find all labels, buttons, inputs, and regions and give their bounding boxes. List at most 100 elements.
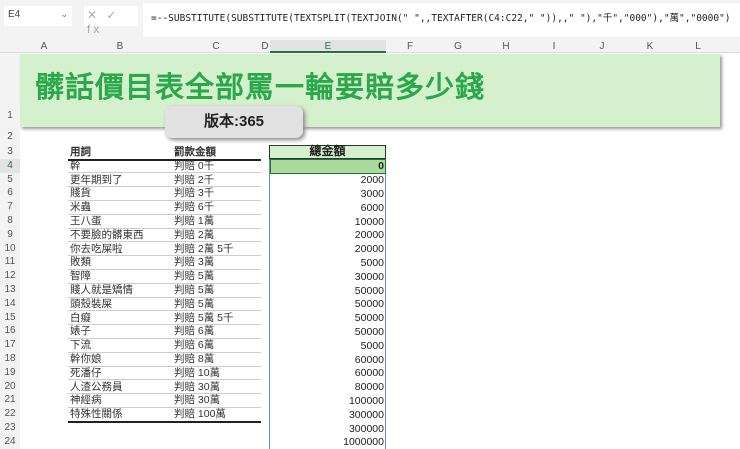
- term-cell[interactable]: 王八蛋: [70, 214, 102, 228]
- total-cell[interactable]: 300000: [270, 408, 384, 422]
- column-header[interactable]: C: [172, 40, 260, 53]
- total-cell[interactable]: 20000: [270, 242, 384, 256]
- row-header[interactable]: 20: [0, 379, 20, 394]
- term-cell[interactable]: 頭殼裝屎: [70, 297, 112, 311]
- term-cell[interactable]: 幹: [70, 159, 81, 173]
- term-cell[interactable]: 賤人就是矯情: [70, 283, 133, 297]
- total-cell[interactable]: 100000: [270, 394, 384, 408]
- column-header[interactable]: K: [626, 40, 674, 53]
- row-header[interactable]: 8: [0, 214, 20, 228]
- row-header[interactable]: 16: [0, 324, 20, 339]
- total-cell[interactable]: 1000000: [270, 435, 384, 449]
- fine-cell[interactable]: 判賠 5萬: [174, 269, 214, 283]
- fine-cell[interactable]: 判賠 5萬 5千: [174, 311, 234, 325]
- name-box[interactable]: E4 ⌄: [4, 6, 72, 26]
- total-cell[interactable]: 5000: [270, 339, 384, 353]
- total-cell[interactable]: 30000: [270, 270, 384, 284]
- term-cell[interactable]: 死潘仔: [70, 366, 102, 380]
- row-header[interactable]: 7: [0, 200, 20, 214]
- total-cell[interactable]: 50000: [270, 311, 384, 325]
- total-cell[interactable]: 80000: [270, 380, 384, 394]
- row-header[interactable]: 21: [0, 393, 20, 408]
- column-header[interactable]: D: [260, 40, 270, 53]
- term-cell[interactable]: 人渣公務員: [70, 380, 123, 394]
- total-cell[interactable]: 60000: [270, 353, 384, 367]
- row-header[interactable]: 10: [0, 241, 20, 256]
- fine-cell[interactable]: 判賠 0千: [174, 159, 214, 173]
- fine-cell[interactable]: 判賠 8萬: [174, 352, 214, 366]
- term-cell[interactable]: 賤貨: [70, 186, 91, 200]
- term-cell[interactable]: 你去吃屎啦: [70, 242, 123, 256]
- term-cell[interactable]: 敗類: [70, 255, 91, 269]
- column-header[interactable]: H: [482, 40, 530, 53]
- total-cell[interactable]: 50000: [270, 284, 384, 298]
- fine-cell[interactable]: 判賠 5萬: [174, 283, 214, 297]
- term-cell[interactable]: 白癡: [70, 311, 91, 325]
- term-cell[interactable]: 米蟲: [70, 200, 91, 214]
- row-header[interactable]: 4: [0, 158, 20, 173]
- row-header[interactable]: 2: [0, 128, 20, 145]
- term-cell[interactable]: 更年期到了: [70, 173, 123, 187]
- total-cell[interactable]: 3000: [270, 187, 384, 201]
- term-cell[interactable]: 神經病: [70, 393, 102, 407]
- row-header[interactable]: 22: [0, 407, 20, 421]
- total-cell[interactable]: 5000: [270, 256, 384, 270]
- total-cell[interactable]: 2000: [270, 173, 384, 187]
- row-header[interactable]: 18: [0, 352, 20, 366]
- fine-cell[interactable]: 判賠 6萬: [174, 324, 214, 338]
- term-cell[interactable]: 不要臉的髒東西: [70, 228, 144, 242]
- column-header[interactable]: A: [20, 40, 68, 53]
- fine-cell[interactable]: 判賠 10萬: [174, 366, 220, 380]
- total-cell[interactable]: 300000: [270, 422, 384, 436]
- total-cell[interactable]: 50000: [270, 325, 384, 339]
- fine-cell[interactable]: 判賠 1萬: [174, 214, 214, 228]
- fine-cell[interactable]: 判賠 5萬: [174, 297, 214, 311]
- fine-cell[interactable]: 判賠 30萬: [174, 380, 220, 394]
- row-header[interactable]: 9: [0, 227, 20, 242]
- fine-cell[interactable]: 判賠 30萬: [174, 393, 220, 407]
- total-cell[interactable]: 20000: [270, 228, 384, 242]
- row-header[interactable]: 1: [0, 104, 20, 128]
- row-header[interactable]: 12: [0, 269, 20, 283]
- row-header[interactable]: 13: [0, 283, 20, 297]
- column-header[interactable]: L: [674, 40, 722, 53]
- fine-cell[interactable]: 判賠 2千: [174, 173, 214, 187]
- row-header[interactable]: 6: [0, 186, 20, 201]
- fine-cell[interactable]: 判賠 6萬: [174, 338, 214, 352]
- column-header[interactable]: F: [386, 40, 434, 53]
- column-header[interactable]: B: [68, 40, 172, 53]
- formula-input[interactable]: =--SUBSTITUTE(SUBSTITUTE(TEXTSPLIT(TEXTJ…: [143, 3, 740, 37]
- fine-cell[interactable]: 判賠 2萬 5千: [174, 242, 234, 256]
- row-header[interactable]: 23: [0, 421, 20, 435]
- fine-cell[interactable]: 判賠 2萬: [174, 228, 214, 242]
- chevron-down-icon[interactable]: ⌄: [60, 9, 68, 20]
- total-cell[interactable]: 60000: [270, 366, 384, 380]
- column-header[interactable]: E: [270, 40, 386, 53]
- row-header[interactable]: 17: [0, 338, 20, 352]
- term-cell[interactable]: 幹你娘: [70, 352, 102, 366]
- row-header[interactable]: 5: [0, 172, 20, 187]
- term-cell[interactable]: 特殊性關係: [70, 407, 123, 421]
- row-header[interactable]: 24: [0, 434, 20, 449]
- fine-cell[interactable]: 判賠 100萬: [174, 407, 226, 421]
- total-cell[interactable]: 6000: [270, 201, 384, 215]
- fine-cell[interactable]: 判賠 6千: [174, 200, 214, 214]
- term-cell[interactable]: 下流: [70, 338, 91, 352]
- term-cell[interactable]: 婊子: [70, 324, 91, 338]
- column-header[interactable]: I: [530, 40, 578, 53]
- total-cell[interactable]: 50000: [270, 297, 384, 311]
- row-header[interactable]: 14: [0, 296, 20, 311]
- row-header[interactable]: 11: [0, 255, 20, 270]
- fine-cell[interactable]: 判賠 3千: [174, 186, 214, 200]
- column-header[interactable]: G: [434, 40, 482, 53]
- term-cell[interactable]: 智障: [70, 269, 91, 283]
- total-cell[interactable]: 10000: [270, 215, 384, 229]
- formula-buttons[interactable]: ✕ ✓ fx: [84, 6, 138, 36]
- row-header[interactable]: 3: [0, 145, 20, 159]
- fine-cell[interactable]: 判賠 3萬: [174, 255, 214, 269]
- row-header[interactable]: 19: [0, 365, 20, 380]
- row-divider: [68, 199, 261, 201]
- column-header[interactable]: J: [578, 40, 626, 53]
- total-cell[interactable]: 0: [270, 159, 384, 173]
- row-header[interactable]: 15: [0, 310, 20, 325]
